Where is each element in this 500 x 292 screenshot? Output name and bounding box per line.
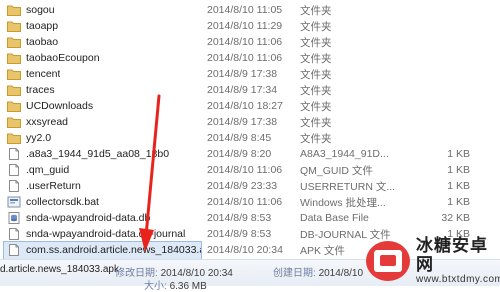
file-name: .a8a3_1944_91d5_aa08_18b0 — [26, 148, 170, 160]
status-created-label: 创建日期: — [273, 268, 316, 279]
file-type: 文件夹 — [300, 100, 332, 113]
file-date: 2014/8/9 23:33 — [207, 180, 278, 192]
folder-icon — [7, 116, 21, 128]
file-date: 2014/8/9 8:20 — [207, 148, 272, 160]
file-type: APK 文件 — [300, 244, 345, 257]
status-filename: d.article.news_184033.apk — [0, 264, 119, 275]
file-size: 1 KB — [447, 196, 470, 208]
watermark-logo-icon — [366, 241, 410, 281]
file-type: Windows 批处理... — [300, 196, 386, 209]
file-icon — [7, 244, 21, 256]
file-type: A8A3_1944_91D... — [300, 148, 389, 160]
folder-icon — [7, 36, 21, 48]
file-name-cell[interactable]: taobaoEcoupon — [4, 50, 201, 67]
file-date: 2014/8/10 11:06 — [207, 36, 283, 48]
file-date: 2014/8/9 17:38 — [207, 116, 278, 128]
file-name-cell[interactable]: sogou — [4, 2, 201, 19]
file-name: .userReturn — [26, 180, 81, 192]
file-name-cell[interactable]: snda-wpayandroid-data.db-journal — [4, 226, 201, 243]
file-type: 文件夹 — [300, 36, 332, 49]
file-name-cell[interactable]: com.ss.android.article.news_184033.a... — [3, 240, 202, 260]
file-name: yy2.0 — [26, 132, 52, 144]
file-type: QM_GUID 文件 — [300, 164, 373, 177]
folder-icon — [7, 20, 21, 32]
file-name-cell[interactable]: snda-wpayandroid-data.db — [4, 210, 201, 227]
file-name: snda-wpayandroid-data.db — [26, 212, 151, 224]
folder-icon — [7, 132, 21, 144]
bat-file-icon — [7, 196, 21, 208]
file-date: 2014/8/10 11:06 — [207, 52, 283, 64]
file-icon — [7, 164, 21, 176]
file-size: 32 KB — [441, 212, 470, 224]
file-name: collectorsdk.bat — [26, 196, 99, 208]
file-name: taobao — [26, 36, 59, 48]
file-name-cell[interactable]: collectorsdk.bat — [4, 194, 201, 211]
file-name: xxsyread — [26, 116, 69, 128]
file-list: sogou 2014/8/10 11:05 文件夹 taoapp 2014/8/10 1… — [0, 0, 500, 260]
file-date: 2014/8/9 17:34 — [207, 84, 278, 96]
file-date: 2014/8/10 20:34 — [207, 244, 283, 256]
file-size: 1 KB — [447, 180, 470, 192]
file-icon — [7, 148, 21, 160]
file-name-cell[interactable]: taobao — [4, 34, 201, 51]
file-name-cell[interactable]: .a8a3_1944_91d5_aa08_18b0 — [4, 146, 201, 163]
watermark: 冰糖安卓网 www.btxtdmy.com — [366, 236, 500, 285]
file-name: tencent — [26, 68, 61, 80]
watermark-title: 冰糖安卓网 — [416, 235, 488, 274]
folder-icon — [7, 84, 21, 96]
db-file-icon — [7, 212, 21, 224]
file-name: UCDownloads — [26, 100, 94, 112]
file-type: 文件夹 — [300, 20, 332, 33]
file-type: USERRETURN 文... — [300, 180, 396, 193]
file-name: sogou — [26, 4, 55, 16]
status-size-label: 大小: — [144, 281, 167, 292]
file-date: 2014/8/10 11:06 — [207, 196, 283, 208]
file-size: 1 KB — [447, 148, 470, 160]
file-type: 文件夹 — [300, 52, 332, 65]
file-date: 2014/8/10 11:29 — [207, 20, 283, 32]
file-date: 2014/8/9 17:38 — [207, 68, 278, 80]
file-icon — [7, 180, 21, 192]
file-name: taoapp — [26, 20, 59, 32]
file-type: 文件夹 — [300, 132, 332, 145]
file-name: com.ss.android.article.news_184033.a... — [26, 244, 201, 256]
status-created: 创建日期: 2014/8/10 — [273, 264, 363, 279]
file-date: 2014/8/9 8:45 — [207, 132, 272, 144]
status-created-value: 2014/8/10 — [318, 268, 364, 279]
file-name-cell[interactable]: tencent — [4, 66, 201, 83]
file-name-cell[interactable]: yy2.0 — [4, 130, 201, 147]
file-type: Data Base File — [300, 212, 369, 224]
file-name-cell[interactable]: UCDownloads — [4, 98, 201, 115]
file-name-cell[interactable]: taoapp — [4, 18, 201, 35]
file-type: 文件夹 — [300, 84, 332, 97]
folder-icon — [7, 52, 21, 64]
file-date: 2014/8/10 18:27 — [207, 100, 283, 112]
folder-icon — [7, 68, 21, 80]
file-icon — [7, 228, 21, 240]
file-date: 2014/8/9 8:53 — [207, 228, 272, 240]
file-type: 文件夹 — [300, 116, 332, 129]
status-size-value: 6.36 MB — [169, 281, 207, 292]
folder-icon — [7, 100, 21, 112]
file-type: 文件夹 — [300, 4, 332, 17]
watermark-url: www.btxtdmy.com — [416, 274, 500, 286]
file-size: 1 KB — [447, 164, 470, 176]
file-name-cell[interactable]: xxsyread — [4, 114, 201, 131]
file-date: 2014/8/10 11:05 — [207, 4, 283, 16]
file-type: 文件夹 — [300, 68, 332, 81]
file-date: 2014/8/10 11:06 — [207, 164, 283, 176]
file-name-cell[interactable]: .qm_guid — [4, 162, 201, 179]
file-name-cell[interactable]: traces — [4, 82, 201, 99]
file-date: 2014/8/9 8:53 — [207, 212, 272, 224]
file-name: snda-wpayandroid-data.db-journal — [26, 228, 186, 240]
folder-icon — [7, 4, 21, 16]
file-name: taobaoEcoupon — [26, 52, 100, 64]
file-name: .qm_guid — [26, 164, 70, 176]
file-name-cell[interactable]: .userReturn — [4, 178, 201, 195]
file-name: traces — [26, 84, 55, 96]
